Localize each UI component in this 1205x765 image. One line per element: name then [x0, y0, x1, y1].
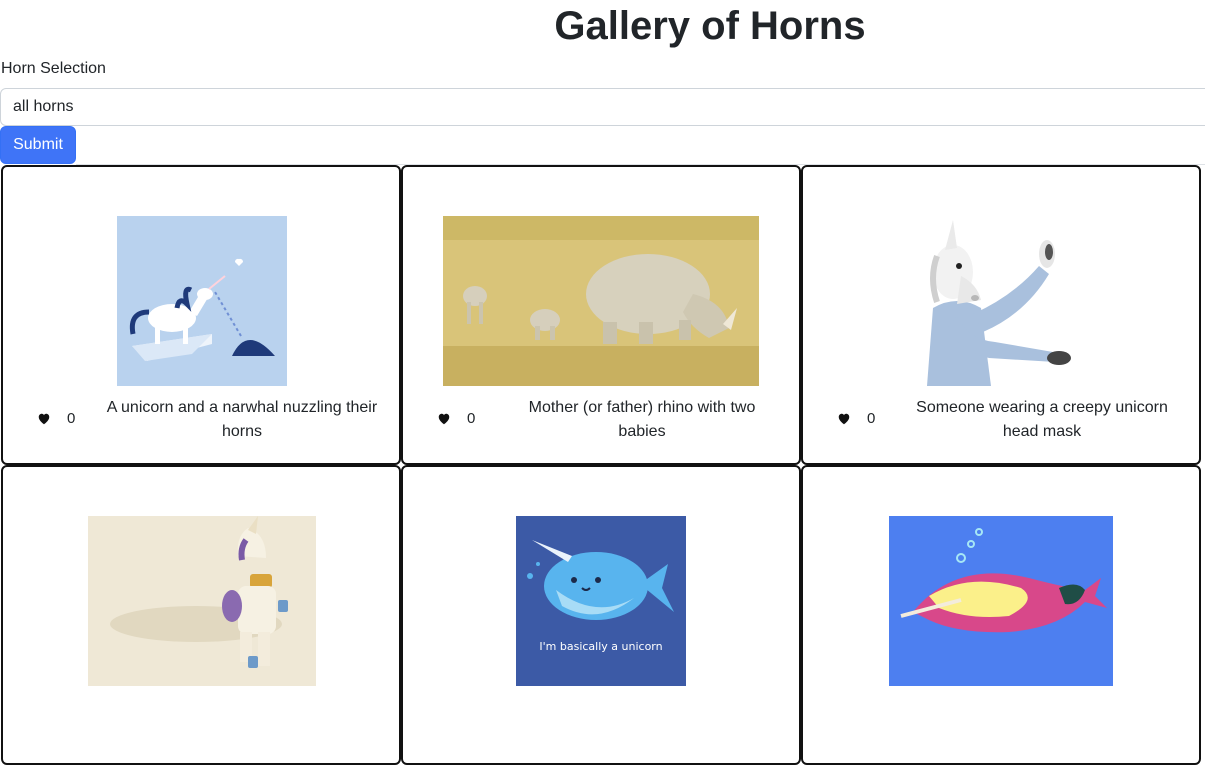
- submit-button[interactable]: Submit: [0, 126, 76, 164]
- likes-counter[interactable]: 0: [837, 409, 875, 429]
- likes-count: 0: [467, 410, 476, 427]
- gallery-card: 0 A unicorn and a narwhal nuzzling their…: [1, 165, 401, 465]
- unicorn-mask-person-image[interactable]: [917, 216, 1087, 386]
- page-title: Gallery of Horns: [554, 4, 866, 48]
- card-description: Mother (or father) rhino with two babies: [528, 399, 756, 440]
- heart-icon[interactable]: [437, 412, 451, 426]
- likes-counter[interactable]: 0: [437, 409, 475, 429]
- unicorn-narwhal-image[interactable]: [117, 216, 287, 386]
- card-description: A unicorn and a narwhal nuzzling their h…: [106, 399, 378, 440]
- gallery-card: 0 Someone wearing a creepy unicorn head …: [801, 165, 1201, 465]
- narwhal-image-caption: I'm basically a unicorn: [539, 640, 662, 653]
- heart-icon[interactable]: [837, 412, 851, 426]
- likes-count: 0: [67, 410, 76, 427]
- horn-selection-label: Horn Selection: [1, 60, 106, 77]
- likes-counter[interactable]: 0: [37, 409, 75, 429]
- lego-unicorn-image[interactable]: [88, 516, 316, 686]
- horn-selection-select[interactable]: all horns: [0, 88, 1205, 126]
- likes-count: 0: [867, 410, 876, 427]
- gallery-card: I'm basically a unicorn: [401, 465, 801, 765]
- gallery-card: 0 Mother (or father) rhino with two babi…: [401, 165, 801, 465]
- heart-icon[interactable]: [37, 412, 51, 426]
- card-description: Someone wearing a creepy unicorn head ma…: [916, 399, 1168, 440]
- narwhal-cartoon-image[interactable]: I'm basically a unicorn: [516, 516, 686, 686]
- gallery-card: [801, 465, 1201, 765]
- narwhal-drawing-image[interactable]: [889, 516, 1113, 686]
- rhino-with-babies-image[interactable]: [443, 216, 759, 386]
- gallery-card: [1, 465, 401, 765]
